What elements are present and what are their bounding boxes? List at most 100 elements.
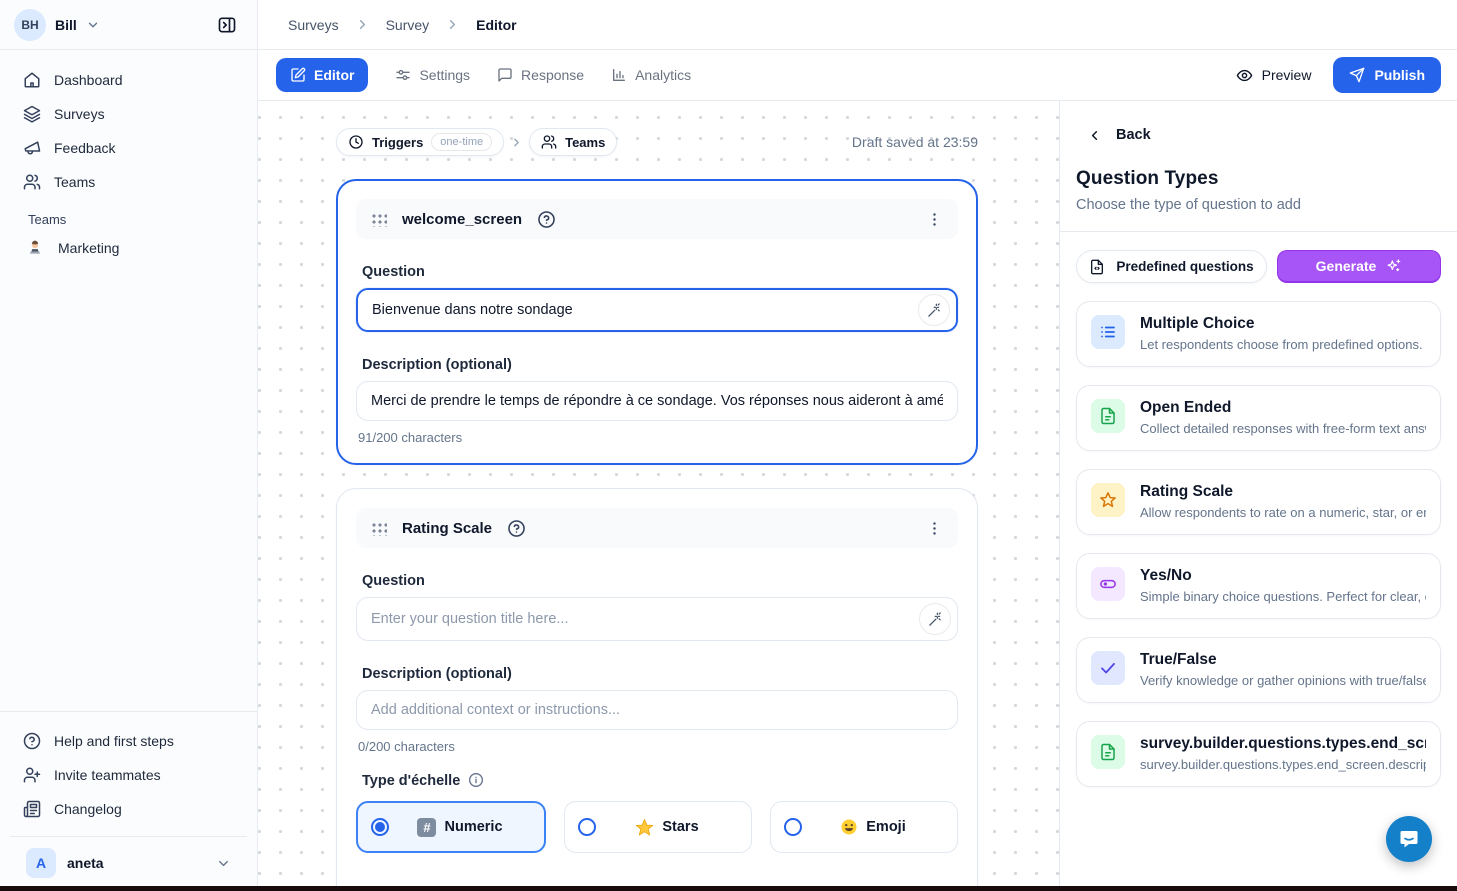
collapse-sidebar-button[interactable] [211,9,243,41]
toggle-icon [1091,567,1125,601]
newspaper-icon [23,800,41,818]
preview-button[interactable]: Preview [1236,67,1312,84]
radio-unchecked[interactable] [578,818,596,836]
scale-type-options: # Numeric Stars [356,801,958,853]
drag-handle-icon[interactable] [371,212,387,227]
technologist-emoji [26,239,44,257]
sidebar-item-invite[interactable]: Invite teammates [10,758,247,792]
back-label: Back [1116,127,1151,143]
draft-status: Draft saved at 23:59 [852,134,978,150]
predefined-questions-button[interactable]: Predefined questions [1076,250,1267,283]
question-input[interactable]: Enter your question title here... [356,597,958,641]
sidebar-item-dashboard[interactable]: Dashboard [10,63,247,97]
sidebar-header: BH Bill [0,0,257,50]
file-text-icon [1091,399,1125,433]
breadcrumb-bar: Surveys Survey Editor [258,0,1457,50]
survey-canvas: Triggers one-time Teams Draft saved at 2… [258,101,1059,891]
radio-checked[interactable] [371,818,389,836]
home-icon [23,71,41,89]
question-type-open-ended[interactable]: Open Ended Collect detailed responses wi… [1076,385,1441,451]
tab-settings[interactable]: Settings [395,67,470,83]
panel-actions: Predefined questions Generate [1076,250,1441,283]
help-circle-icon[interactable] [507,519,526,538]
triggers-label: Triggers [372,135,423,150]
sidebar-item-help[interactable]: Help and first steps [10,724,247,758]
generate-label: Generate [1316,258,1377,274]
tab-analytics[interactable]: Analytics [611,67,691,83]
sidebar-item-surveys[interactable]: Surveys [10,97,247,131]
tab-editor[interactable]: Editor [276,58,368,92]
breadcrumb-survey[interactable]: Survey [386,17,430,33]
tab-label: Settings [419,67,470,83]
scale-type-label: Type d'échelle [362,772,958,789]
back-button[interactable]: Back [1076,127,1441,143]
scale-option-label: Emoji [866,819,905,835]
chevron-right-icon [510,136,523,149]
question-type-end-screen[interactable]: survey.builder.questions.types.end_scr..… [1076,721,1441,787]
chevron-right-icon [445,17,460,32]
sidebar-team-marketing[interactable]: Marketing [10,230,247,266]
ai-improve-button[interactable] [918,294,950,326]
publish-label: Publish [1374,67,1425,83]
users-icon [23,173,41,191]
check-icon [1091,651,1125,685]
clock-icon [348,134,364,150]
tab-response[interactable]: Response [497,67,584,83]
ai-improve-button[interactable] [919,603,951,635]
magic-wand-icon [928,612,943,627]
char-count: 91/200 characters [358,430,958,445]
teams-label: Teams [565,135,605,150]
question-card-welcome[interactable]: welcome_screen Question Bienvenue dans n… [336,179,978,465]
help-circle-icon[interactable] [537,210,556,229]
question-input[interactable]: Bienvenue dans notre sondage [356,288,958,332]
chat-bubble-icon [1397,827,1421,851]
preview-label: Preview [1262,67,1312,83]
sidebar-item-changelog[interactable]: Changelog [10,792,247,826]
question-type-rating-scale[interactable]: Rating Scale Allow respondents to rate o… [1076,469,1441,535]
publish-button[interactable]: Publish [1333,57,1441,93]
radio-unchecked[interactable] [784,818,802,836]
sidebar-item-label: Teams [54,174,95,190]
toolbar-actions: Preview Publish [1236,57,1441,93]
question-type-multiple-choice[interactable]: Multiple Choice Let respondents choose f… [1076,301,1441,367]
eye-icon [1236,67,1253,84]
generate-button[interactable]: Generate [1277,250,1441,283]
chevron-left-icon [1087,128,1102,143]
file-text-icon [1091,735,1125,769]
sidebar-item-label: Feedback [54,140,115,156]
scale-option-emoji[interactable]: Emoji [770,801,958,853]
question-type-yes-no[interactable]: Yes/No Simple binary choice questions. P… [1076,553,1441,619]
scale-option-numeric[interactable]: # Numeric [356,801,546,853]
star-icon [1091,483,1125,517]
scale-option-stars[interactable]: Stars [564,801,752,853]
chat-launcher-button[interactable] [1386,816,1432,862]
question-card-rating[interactable]: Rating Scale Question Enter your questio… [336,488,978,891]
info-icon[interactable] [468,772,484,788]
sidebar-item-feedback[interactable]: Feedback [10,131,247,165]
layers-icon [23,105,41,123]
divider [1060,231,1457,232]
sidebar-footer: Help and first steps Invite teammates Ch… [0,711,257,891]
type-title: Rating Scale [1140,483,1426,501]
question-type-true-false[interactable]: True/False Verify knowledge or gather op… [1076,637,1441,703]
account-menu[interactable]: A aneta [10,836,247,891]
triggers-chip[interactable]: Triggers one-time [336,128,504,156]
char-count: 0/200 characters [358,739,958,754]
card-menu-button[interactable] [926,520,943,537]
editor-toolbar: Editor Settings Response Analytics Previ… [258,50,1457,101]
description-input[interactable]: Merci de prendre le temps de répondre à … [356,381,958,421]
help-circle-icon [23,732,41,750]
card-menu-button[interactable] [926,211,943,228]
description-input[interactable]: Add additional context or instructions..… [356,690,958,730]
drag-handle-icon[interactable] [371,521,387,536]
description-field-label: Description (optional) [362,357,958,373]
question-card-header[interactable]: Rating Scale [356,508,958,548]
teams-chip[interactable]: Teams [529,128,617,156]
sidebar-item-label: Invite teammates [54,767,161,783]
edit-icon [290,67,306,83]
breadcrumb-surveys[interactable]: Surveys [288,17,339,33]
question-card-title: Rating Scale [402,520,492,537]
sidebar-item-teams[interactable]: Teams [10,165,247,199]
question-card-header[interactable]: welcome_screen [356,199,958,239]
workspace-switcher[interactable]: BH Bill [14,9,100,41]
